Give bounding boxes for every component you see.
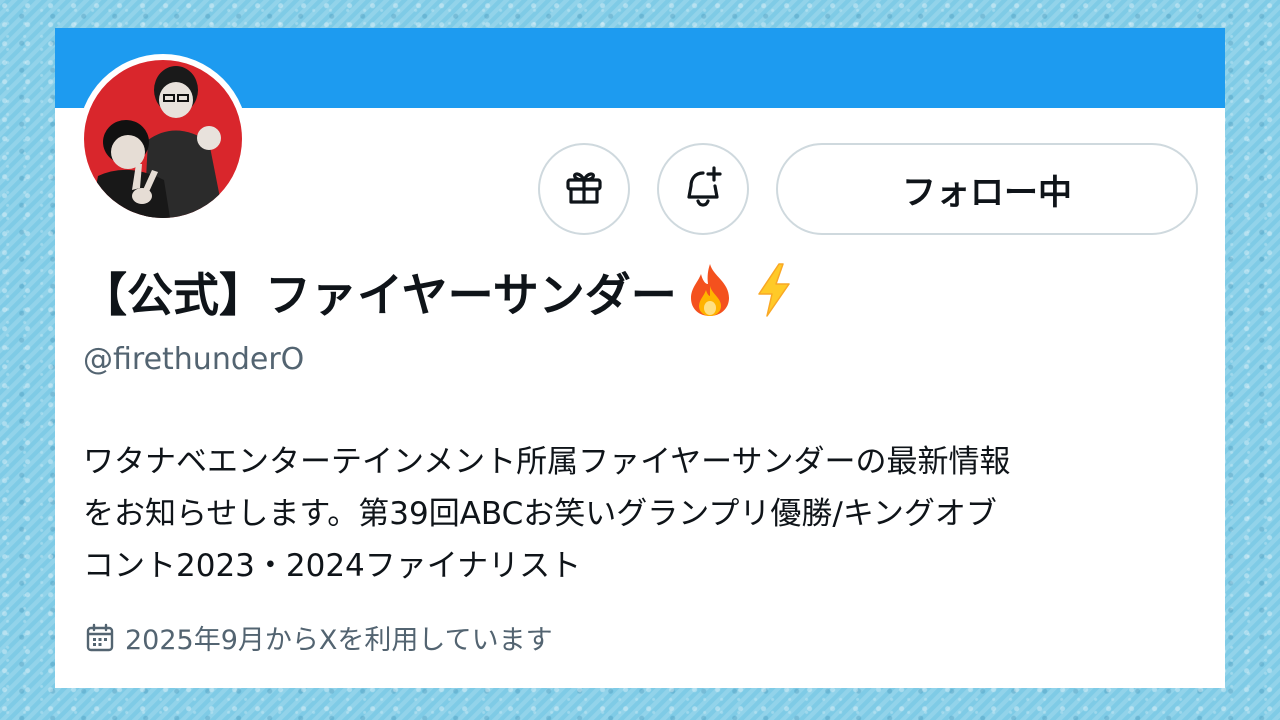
following-label: フォロー中 (902, 172, 1072, 213)
following-button[interactable]: フォロー中 (776, 143, 1198, 235)
notification-button[interactable] (657, 143, 749, 235)
bio-line: をお知らせします。第39回ABCお笑いグランプリ優勝/キングオブ (83, 496, 997, 532)
bio-line: ワタナベエンターテインメント所属ファイヤーサンダーの最新情報 (83, 444, 1011, 480)
calendar-icon (85, 623, 115, 653)
join-date: 2025年9月からXを利用しています (85, 618, 553, 657)
profile-bio: ワタナベエンターテインメント所属ファイヤーサンダーの最新情報 をお知らせします。… (83, 436, 1183, 592)
bio-line: コント2023・2024ファイナリスト (83, 548, 582, 584)
gift-button[interactable] (538, 143, 630, 235)
lightning-emoji-icon (749, 262, 799, 322)
display-name-row: 【公式】ファイヤーサンダー (81, 260, 799, 324)
bell-plus-icon (680, 164, 726, 214)
display-name: 【公式】ファイヤーサンダー (81, 268, 677, 322)
avatar-photo (84, 60, 242, 218)
gift-icon (562, 165, 606, 213)
profile-card: フォロー中 【公式】ファイヤーサンダー @firethunderO ワタナベエン… (55, 28, 1225, 688)
avatar[interactable] (78, 54, 248, 224)
join-date-text: 2025年9月からXを利用しています (125, 625, 553, 656)
fire-emoji-icon (685, 262, 735, 322)
user-handle: @firethunderO (83, 342, 305, 377)
